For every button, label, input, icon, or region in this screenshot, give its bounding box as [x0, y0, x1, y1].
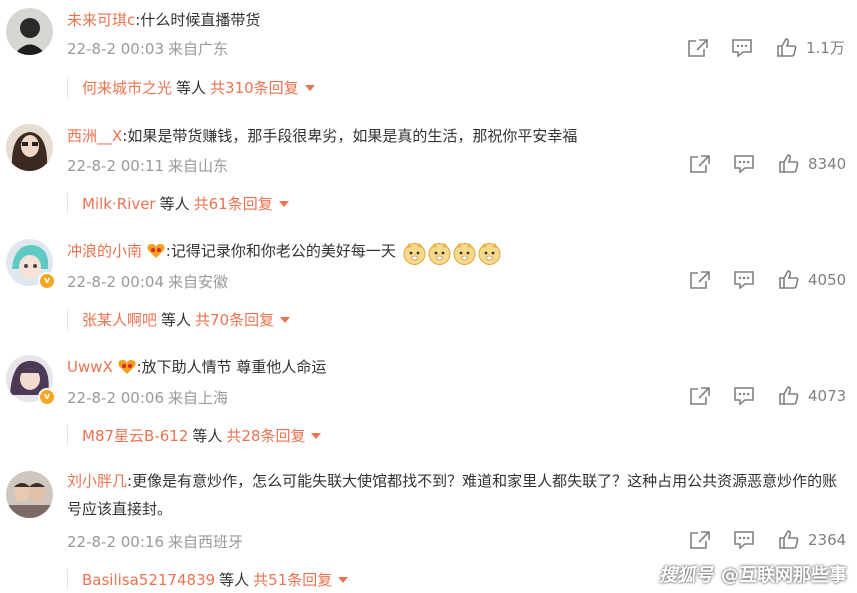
reply-user[interactable]: Basilisa52174839 — [82, 571, 215, 589]
comment-time: 22-8-2 00:06 — [67, 389, 164, 407]
chevron-down-icon[interactable] — [338, 577, 349, 583]
comment-location: 来自上海 — [168, 389, 229, 407]
comment-meta: 22-8-2 00:11 来自山东 — [67, 155, 232, 176]
share-icon[interactable] — [689, 386, 711, 406]
comment-username[interactable]: 刘小胖几 — [67, 472, 127, 490]
comment-time: 22-8-2 00:16 — [67, 533, 164, 551]
like-count: 4073 — [808, 386, 847, 405]
like-button[interactable]: 4073 — [778, 385, 846, 406]
comment-username[interactable]: 西洲__X — [67, 127, 122, 145]
thumbs-up-icon — [779, 386, 799, 405]
like-button[interactable]: 4050 — [778, 269, 846, 290]
comment-text: 更像是有意炒作，怎么可能失联大使馆都找不到？难道和家里人都失联了？这种占用公共资… — [67, 472, 838, 518]
comment-text: 什么时候直播带货 — [140, 11, 261, 29]
watermark-logo: 搜狐号 — [659, 565, 713, 586]
verified-badge-icon: v — [38, 272, 56, 290]
chevron-down-icon[interactable] — [304, 85, 315, 91]
comment-text: 放下助人情节 尊重他人命运 — [141, 358, 327, 376]
like-button[interactable]: 1.1万 — [776, 37, 845, 58]
like-button[interactable]: 2364 — [778, 529, 846, 550]
thumbs-up-icon — [779, 154, 799, 173]
verified-badge-icon: v — [38, 388, 56, 406]
doge-emoji-icon — [428, 242, 451, 269]
comment-meta: 22-8-2 00:16 来自西班牙 — [67, 531, 247, 552]
like-count: 2364 — [808, 530, 847, 549]
reply-user[interactable]: Milk·River — [82, 195, 156, 213]
fan-badge-icon — [147, 243, 165, 263]
thumbs-up-icon — [777, 38, 797, 57]
avatar[interactable] — [6, 124, 53, 171]
reply-summary[interactable]: Basilisa52174839 等人 共51条回复 — [67, 569, 349, 590]
share-icon[interactable] — [689, 270, 711, 290]
comment-text-line: 西洲__X:如果是带货赚钱，那手段很卑劣，如果是真的生活，那祝你平安幸福 — [67, 127, 578, 145]
thumbs-up-icon — [779, 270, 799, 289]
share-icon[interactable] — [689, 530, 711, 550]
like-count: 4050 — [808, 270, 847, 289]
comment-text: 如果是带货赚钱，那手段很卑劣，如果是真的生活，那祝你平安幸福 — [127, 127, 578, 145]
reply-count[interactable]: 共61条回复 — [194, 195, 273, 213]
comment-text: 记得记录你和你老公的美好每一天 — [170, 242, 396, 260]
avatar[interactable] — [6, 471, 53, 518]
chevron-down-icon[interactable] — [280, 317, 291, 323]
like-button[interactable]: 8340 — [778, 153, 846, 174]
reply-count[interactable]: 共28条回复 — [226, 427, 305, 445]
reply-summary[interactable]: Milk·River 等人 共61条回复 — [67, 193, 289, 214]
comment-icon[interactable] — [733, 154, 755, 174]
comment-icon[interactable] — [733, 386, 755, 406]
comment-meta: 22-8-2 00:06 来自上海 — [67, 387, 232, 408]
chevron-down-icon[interactable] — [311, 433, 322, 439]
avatar[interactable] — [6, 8, 53, 55]
reply-user[interactable]: M87星云B-612 — [82, 427, 188, 445]
comment-location: 来自安徽 — [168, 273, 229, 291]
reply-count[interactable]: 共310条回复 — [210, 79, 299, 97]
comment-time: 22-8-2 00:03 — [67, 40, 164, 58]
comment-username[interactable]: UwwX — [67, 358, 113, 376]
reply-summary[interactable]: M87星云B-612 等人 共28条回复 — [67, 425, 322, 446]
doge-emoji-icon — [478, 242, 501, 269]
comment-location: 来自山东 — [168, 157, 229, 175]
comment-icon[interactable] — [731, 38, 753, 58]
reply-count[interactable]: 共51条回复 — [253, 571, 332, 589]
comment-text-line: 冲浪的小南 :记得记录你和你老公的美好每一天 — [67, 240, 503, 269]
doge-emoji-icon — [453, 242, 476, 269]
comment-time: 22-8-2 00:11 — [67, 157, 164, 175]
comment-text-line: 刘小胖几:更像是有意炒作，怎么可能失联大使馆都找不到？难道和家里人都失联了？这种… — [67, 472, 838, 518]
comment-icon[interactable] — [733, 530, 755, 550]
comment-location: 来自西班牙 — [168, 533, 244, 551]
share-icon[interactable] — [689, 154, 711, 174]
like-count: 8340 — [808, 154, 847, 173]
reply-user[interactable]: 何来城市之光 — [82, 79, 172, 97]
fan-badge-icon — [118, 359, 136, 379]
reply-count[interactable]: 共70条回复 — [195, 311, 274, 329]
comment-meta: 22-8-2 00:03 来自广东 — [67, 38, 232, 59]
comment-time: 22-8-2 00:04 — [67, 273, 164, 291]
chevron-down-icon[interactable] — [278, 201, 289, 207]
share-icon[interactable] — [687, 38, 709, 58]
comment-location: 来自广东 — [168, 40, 229, 58]
reply-summary[interactable]: 张某人啊吧 等人 共70条回复 — [67, 309, 291, 330]
comment-username[interactable]: 未来可琪c — [67, 11, 135, 29]
thumbs-up-icon — [779, 530, 799, 549]
comment-text-line: UwwX :放下助人情节 尊重他人命运 — [67, 356, 326, 379]
like-count: 1.1万 — [806, 39, 845, 57]
comment-username[interactable]: 冲浪的小南 — [67, 242, 142, 260]
watermark-text: @互联网那些事 — [721, 565, 847, 586]
comment-text-line: 未来可琪c:什么时候直播带货 — [67, 11, 261, 29]
comment-meta: 22-8-2 00:04 来自安徽 — [67, 271, 232, 292]
doge-emoji-icon — [403, 242, 426, 269]
reply-user[interactable]: 张某人啊吧 — [82, 311, 157, 329]
reply-summary[interactable]: 何来城市之光 等人 共310条回复 — [67, 77, 315, 98]
watermark: 搜狐号 @互联网那些事 — [659, 561, 847, 587]
comment-icon[interactable] — [733, 270, 755, 290]
